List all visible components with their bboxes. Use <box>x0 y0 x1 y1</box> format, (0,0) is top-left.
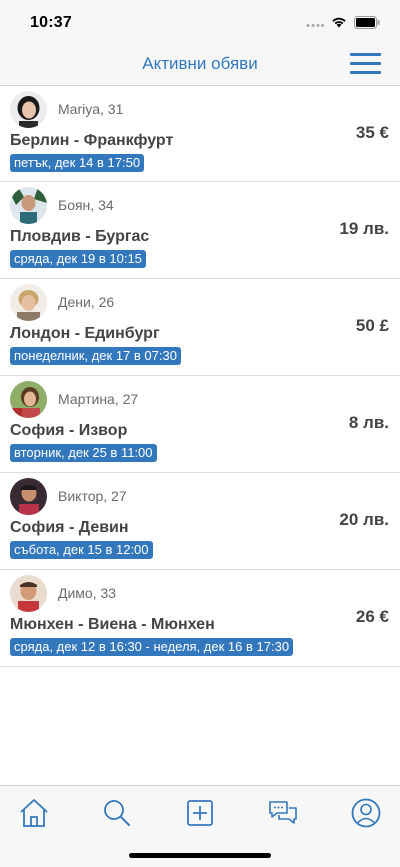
tab-search[interactable] <box>101 797 133 829</box>
chat-icon <box>269 801 297 824</box>
person-name-age: Дени, 26 <box>58 294 115 310</box>
price: 26 € <box>355 607 389 626</box>
ride-row[interactable]: Димо, 33 Мюнхен - Виена - Мюнхен сряда, … <box>0 570 400 667</box>
price: 35 € <box>355 123 389 142</box>
person-name-age: Мартина, 27 <box>58 391 139 407</box>
status-time: 10:37 <box>30 14 72 31</box>
ride-row[interactable]: Виктор, 27 София - Девин събота, дек 15 … <box>0 473 400 570</box>
menu-icon <box>350 53 381 56</box>
route: София - Извор <box>10 422 128 439</box>
menu-button[interactable] <box>350 51 382 77</box>
tab-add[interactable] <box>184 797 216 829</box>
price: 50 £ <box>355 316 389 335</box>
status-icons <box>306 14 380 30</box>
route: София - Девин <box>10 519 129 536</box>
home-indicator <box>129 853 271 858</box>
tab-messages[interactable] <box>267 797 299 829</box>
avatar <box>10 381 47 418</box>
person-name-age: Виктор, 27 <box>58 488 127 504</box>
page-title: Активни обяви <box>142 54 258 73</box>
route: Пловдив - Бургас <box>10 228 150 245</box>
wifi-icon <box>332 17 346 28</box>
date-badge: събота, дек 15 в 12:00 <box>10 541 153 559</box>
home-icon <box>20 799 48 827</box>
navigation-bar: Активни обяви <box>0 44 400 86</box>
ride-row[interactable]: Mariya, 31 Берлин - Франкфурт петък, дек… <box>0 86 400 182</box>
avatar <box>10 478 47 515</box>
avatar <box>10 91 47 128</box>
route: Лондон - Единбург <box>10 325 160 342</box>
person-name-age: Mariya, 31 <box>58 101 124 117</box>
route: Мюнхен - Виена - Мюнхен <box>10 616 215 633</box>
tab-home[interactable] <box>18 797 50 829</box>
active-ads-list: Mariya, 31 Берлин - Франкфурт петък, дек… <box>0 86 400 667</box>
person-name-age: Димо, 33 <box>58 585 117 601</box>
tab-profile[interactable] <box>350 797 382 829</box>
ride-row[interactable]: Дени, 26 Лондон - Единбург понеделник, д… <box>0 279 400 376</box>
add-icon <box>187 800 213 826</box>
date-badge: сряда, дек 19 в 10:15 <box>10 250 146 268</box>
ride-row[interactable]: Боян, 34 Пловдив - Бургас сряда, дек 19 … <box>0 182 400 279</box>
search-icon <box>104 800 130 826</box>
profile-icon <box>351 798 381 828</box>
date-badge: петък, дек 14 в 17:50 <box>10 154 145 172</box>
battery-icon <box>354 15 380 29</box>
avatar <box>10 284 47 321</box>
date-badge: сряда, дек 12 в 16:30 - неделя, дек 16 в… <box>10 638 294 656</box>
avatar <box>10 575 47 612</box>
route: Берлин - Франкфурт <box>10 132 174 149</box>
avatar <box>10 187 47 224</box>
ride-row[interactable]: Мартина, 27 София - Извор вторник, дек 2… <box>0 376 400 473</box>
price: 19 лв. <box>339 219 389 238</box>
date-badge: вторник, дек 25 в 11:00 <box>10 444 157 462</box>
price: 8 лв. <box>348 413 389 432</box>
person-name-age: Боян, 34 <box>58 197 114 213</box>
status-bar: 10:37 <box>0 0 400 44</box>
signal-icon <box>306 24 324 27</box>
date-badge: понеделник, дек 17 в 07:30 <box>10 347 181 365</box>
price: 20 лв. <box>339 510 389 529</box>
